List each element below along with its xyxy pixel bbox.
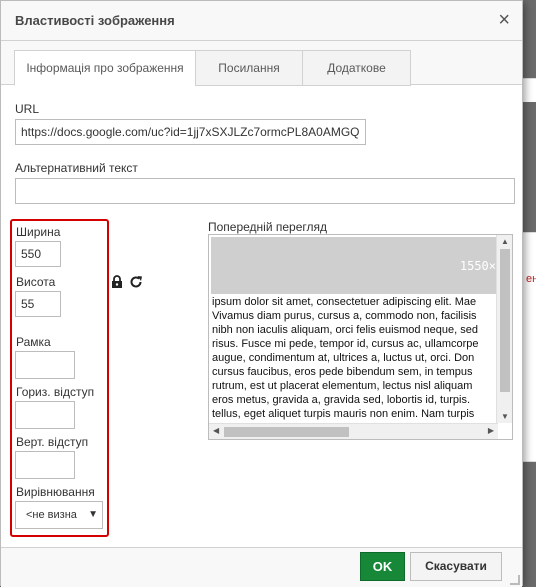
alt-text-label: Альтернативний текст bbox=[15, 161, 138, 175]
resize-grip-icon[interactable] bbox=[510, 575, 520, 585]
scroll-down-icon[interactable]: ▼ bbox=[501, 412, 509, 421]
preview-line: nibh non iaculis aliquam, orci felis eui… bbox=[212, 324, 478, 336]
cancel-button[interactable]: Скасувати bbox=[410, 552, 502, 581]
dialog-title: Властивості зображення bbox=[15, 13, 175, 28]
close-icon[interactable]: × bbox=[498, 9, 510, 31]
scrollbar-thumb[interactable] bbox=[500, 249, 510, 392]
image-properties-dialog: Властивості зображення × Інформація про … bbox=[0, 0, 523, 587]
width-label: Ширина bbox=[16, 225, 61, 239]
height-label: Висота bbox=[16, 275, 56, 289]
hspace-label: Гориз. відступ bbox=[16, 385, 95, 399]
alt-text-input[interactable] bbox=[15, 178, 515, 204]
reset-size-icon[interactable] bbox=[129, 275, 143, 289]
width-input[interactable] bbox=[15, 241, 61, 267]
hspace-input[interactable] bbox=[15, 401, 75, 429]
align-selected-value: <не визна bbox=[26, 509, 77, 521]
dropdown-arrow-icon: ▼ bbox=[88, 509, 98, 520]
preview-line: augue, condimentum at, ultrices a, luctu… bbox=[212, 352, 475, 364]
scrollbar-thumb[interactable] bbox=[224, 427, 349, 437]
tab-link[interactable]: Посилання bbox=[195, 50, 303, 86]
preview-line: ipsum dolor sit amet, consectetuer adipi… bbox=[212, 296, 477, 308]
url-label: URL bbox=[15, 102, 40, 116]
dialog-footer: OK Скасувати bbox=[1, 547, 522, 587]
dialog-titlebar[interactable]: Властивості зображення × bbox=[1, 1, 522, 41]
tab-bar: Інформація про зображення Посилання Дода… bbox=[1, 41, 522, 86]
preview-line: Vivamus diam purus, cursus a, commodo no… bbox=[212, 310, 477, 322]
scroll-up-icon[interactable]: ▲ bbox=[501, 237, 509, 246]
preview-line: risus. Fusce mi pede, tempor id, cursus … bbox=[212, 338, 479, 350]
preview-line: eros metus, gravida a, gravida sed, lobo… bbox=[212, 394, 471, 406]
border-label: Рамка bbox=[16, 335, 51, 349]
url-input[interactable] bbox=[15, 119, 366, 145]
scroll-left-icon[interactable]: ◀ bbox=[213, 426, 219, 435]
tab-advanced[interactable]: Додаткове bbox=[302, 50, 411, 86]
ok-button[interactable]: OK bbox=[360, 552, 405, 581]
preview-image-placeholder: 1550× bbox=[211, 237, 498, 294]
preview-vertical-scrollbar[interactable]: ▲ ▼ bbox=[496, 235, 512, 423]
align-select[interactable]: <не визна ▼ bbox=[15, 501, 103, 529]
vspace-input[interactable] bbox=[15, 451, 75, 479]
tab-image-info[interactable]: Інформація про зображення bbox=[14, 50, 196, 86]
preview-line: rutrum, est ut placerat elementum, lectu… bbox=[212, 380, 473, 392]
border-input[interactable] bbox=[15, 351, 75, 379]
preview-line: tellus, eget aliquet turpis mauris non e… bbox=[212, 408, 475, 420]
height-input[interactable] bbox=[15, 291, 61, 317]
preview-line: cursus faucibus, eros pede bibendum sem,… bbox=[212, 366, 473, 378]
preview-text: ipsum dolor sit amet, consectetuer adipi… bbox=[212, 295, 498, 423]
preview-image-size: 1550× bbox=[459, 259, 496, 273]
scroll-right-icon[interactable]: ▶ bbox=[488, 426, 494, 435]
lock-icon[interactable] bbox=[110, 275, 124, 289]
preview-pane[interactable]: 1550× ipsum dolor sit amet, consectetuer… bbox=[208, 234, 513, 440]
background-text: ен bbox=[526, 273, 536, 285]
vspace-label: Верт. відступ bbox=[16, 435, 89, 449]
preview-label: Попередній перегляд bbox=[208, 220, 328, 234]
align-label: Вирівнювання bbox=[16, 485, 95, 499]
preview-horizontal-scrollbar[interactable]: ◀ ▶ bbox=[209, 423, 498, 439]
